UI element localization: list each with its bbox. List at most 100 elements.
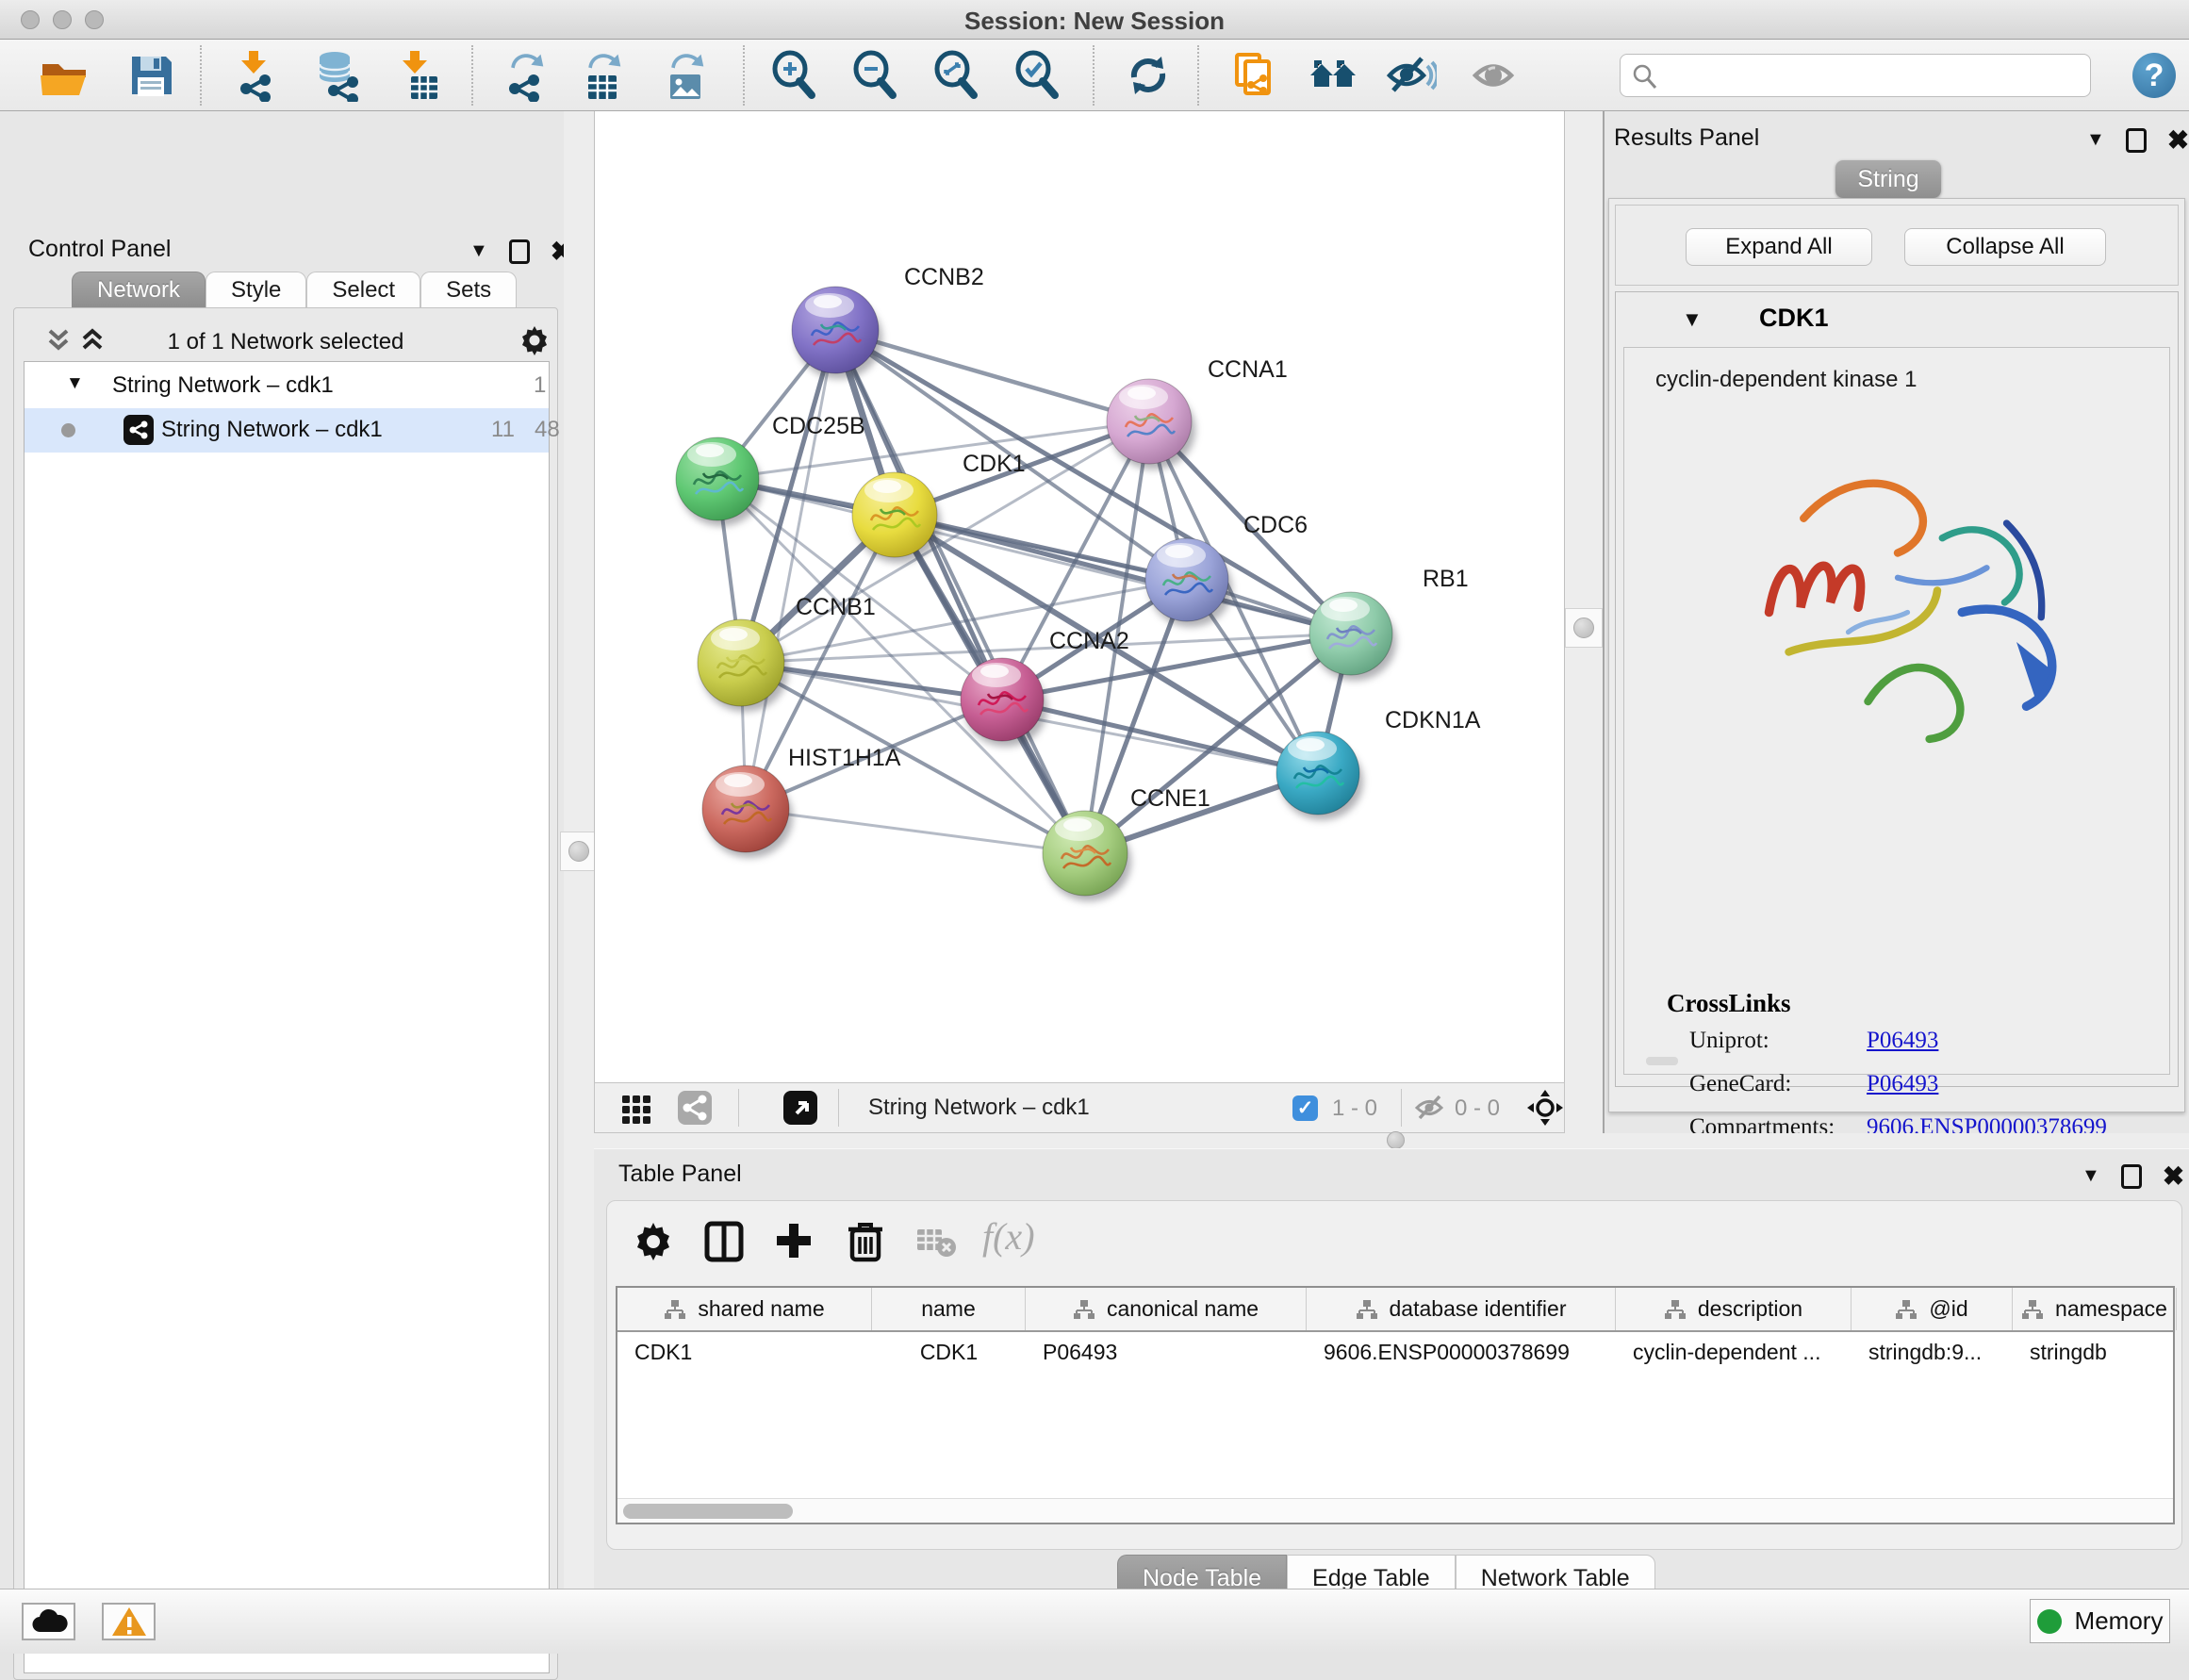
splitter-handle[interactable] xyxy=(1565,608,1603,648)
table-cell[interactable]: stringdb xyxy=(2013,1334,2177,1370)
import-table-icon[interactable] xyxy=(390,49,443,102)
function-builder-icon-disabled: f(x) xyxy=(982,1214,1054,1260)
panel-float-icon[interactable] xyxy=(2126,128,2147,153)
column-label: shared name xyxy=(698,1296,824,1322)
edge-CCNB2-CCNE1[interactable] xyxy=(835,330,1085,853)
open-session-icon[interactable] xyxy=(38,49,91,102)
table-cell[interactable]: CDK1 xyxy=(617,1334,872,1370)
panel-menu-icon[interactable]: ▼ xyxy=(469,240,488,262)
split-columns-icon[interactable] xyxy=(701,1218,747,1263)
table-cell[interactable]: 9606.ENSP00000378699 xyxy=(1307,1334,1616,1370)
hidden-eye-icon[interactable] xyxy=(1413,1083,1449,1132)
column-label: name xyxy=(921,1296,976,1322)
table-column-header[interactable]: namespace xyxy=(2013,1288,2177,1330)
panel-float-icon[interactable] xyxy=(509,239,530,264)
table-cell[interactable]: stringdb:9... xyxy=(1852,1334,2013,1370)
tab-sets[interactable]: Sets xyxy=(420,272,517,307)
node-CDKN1A[interactable]: CDKN1A xyxy=(1276,707,1481,820)
search-input[interactable] xyxy=(1666,57,2081,94)
tab-style[interactable]: Style xyxy=(206,272,306,307)
selected-node-edge-count: 1 - 0 xyxy=(1332,1095,1377,1122)
birds-eye-crosshair-icon[interactable] xyxy=(1526,1083,1564,1132)
control-panel: Control Panel ▼ ✖ NetworkStyleSelectSets… xyxy=(0,111,564,1589)
export-image-icon[interactable] xyxy=(658,49,711,102)
horizontal-scrollbar-thumb[interactable] xyxy=(1646,1057,1678,1065)
refresh-icon[interactable] xyxy=(1122,49,1175,102)
detach-view-icon[interactable] xyxy=(782,1083,819,1132)
zoom-out-icon[interactable] xyxy=(848,49,901,102)
right-splitter[interactable] xyxy=(1565,111,1603,1133)
column-label: canonical name xyxy=(1107,1296,1259,1322)
zoom-fit-icon[interactable] xyxy=(930,49,982,102)
import-network-database-icon[interactable] xyxy=(311,49,364,102)
table-cell[interactable]: cyclin-dependent ... xyxy=(1616,1334,1852,1370)
zoom-selected-icon[interactable] xyxy=(1011,49,1063,102)
export-network-icon[interactable] xyxy=(498,49,551,102)
gear-icon[interactable] xyxy=(518,323,551,357)
save-session-icon[interactable] xyxy=(124,49,177,102)
delete-column-trash-icon[interactable] xyxy=(843,1218,888,1263)
table-horizontal-scrollbar[interactable] xyxy=(617,1498,2173,1523)
table-column-header[interactable]: @id xyxy=(1852,1288,2013,1330)
panel-close-icon[interactable]: ✖ xyxy=(2163,1161,2184,1192)
node-CCNA1[interactable]: CCNA1 xyxy=(1107,356,1288,469)
node-CCNE1[interactable]: CCNE1 xyxy=(1043,785,1210,901)
import-network-icon[interactable] xyxy=(229,49,282,102)
splitter-handle[interactable] xyxy=(1387,1131,1405,1149)
splitter-handle[interactable] xyxy=(560,832,598,871)
help-icon[interactable]: ? xyxy=(2132,53,2176,98)
collapse-section-icon[interactable]: ▼ xyxy=(1682,307,1703,332)
network-row-selected[interactable]: String Network – cdk1 11 48 xyxy=(25,408,549,453)
panel-float-icon[interactable] xyxy=(2121,1164,2142,1189)
grid-view-icon[interactable] xyxy=(619,1083,653,1132)
tab-network[interactable]: Network xyxy=(72,272,206,307)
crosslink-link[interactable]: P06493 xyxy=(1867,1028,1938,1054)
home-icon[interactable] xyxy=(1307,49,1359,102)
edge-CCNA1-CCNB1[interactable] xyxy=(741,421,1149,663)
crosslink-link[interactable]: P06493 xyxy=(1867,1071,1938,1097)
table-column-header[interactable]: name xyxy=(872,1288,1026,1330)
cloud-button[interactable] xyxy=(22,1603,75,1640)
panel-close-icon[interactable]: ✖ xyxy=(2167,124,2189,156)
memory-button[interactable]: Memory xyxy=(2030,1599,2170,1643)
table-row[interactable]: CDK1CDK1P064939606.ENSP00000378699cyclin… xyxy=(617,1334,2173,1370)
table-cell[interactable]: P06493 xyxy=(1026,1334,1307,1370)
warning-button[interactable] xyxy=(102,1603,156,1640)
export-table-icon[interactable] xyxy=(575,49,628,102)
column-label: database identifier xyxy=(1390,1296,1567,1322)
collapse-all-button[interactable]: Collapse All xyxy=(1904,228,2106,266)
gene-details: cyclin-dependent kinase 1 xyxy=(1623,347,2170,1075)
show-all-eye-icon[interactable] xyxy=(1470,49,1522,102)
table-column-header[interactable]: database identifier xyxy=(1307,1288,1616,1330)
table-column-header[interactable]: shared name xyxy=(617,1288,872,1330)
expand-all-button[interactable]: Expand All xyxy=(1686,228,1872,266)
zoom-in-icon[interactable] xyxy=(767,49,820,102)
memory-status-dot xyxy=(2037,1609,2062,1634)
gene-section-header[interactable]: ▼ CDK1 xyxy=(1616,292,2178,347)
network-collection-row[interactable]: ▼ String Network – cdk1 1 xyxy=(25,364,549,408)
node-RB1[interactable]: RB1 xyxy=(1309,566,1469,681)
table-cell[interactable]: CDK1 xyxy=(872,1334,1026,1370)
left-splitter[interactable] xyxy=(564,111,594,1589)
expander-icon[interactable]: ▼ xyxy=(66,373,84,394)
edge-CCNB2-CCNA1[interactable] xyxy=(835,330,1149,421)
panel-menu-icon[interactable]: ▼ xyxy=(2082,1165,2100,1187)
tab-select[interactable]: Select xyxy=(306,272,420,307)
edge-CCNB2-HIST1H1A[interactable] xyxy=(746,330,835,809)
scrollbar-thumb[interactable] xyxy=(623,1504,793,1519)
edge-CCNE1-HIST1H1A[interactable] xyxy=(746,809,1085,853)
selected-checkbox-icon[interactable]: ✓ xyxy=(1292,1095,1318,1121)
table-column-header[interactable]: description xyxy=(1616,1288,1852,1330)
tab-string[interactable]: String xyxy=(1835,160,1941,198)
crosslink-label: Uniprot: xyxy=(1689,1028,1769,1054)
add-column-icon[interactable] xyxy=(771,1218,816,1263)
horizontal-splitter[interactable] xyxy=(594,1133,2189,1148)
network-view-canvas[interactable]: CCNB2CCNA1CDC25BCDK1CDC6RB1CCNB1CCNA2CDK… xyxy=(594,111,1565,1082)
hide-selected-eye-icon[interactable] xyxy=(1384,49,1437,102)
node-HIST1H1A[interactable]: HIST1H1A xyxy=(702,745,901,858)
clone-network-icon[interactable] xyxy=(1226,49,1278,102)
edge-CCNA2-CDKN1A[interactable] xyxy=(1002,700,1318,773)
panel-menu-icon[interactable]: ▼ xyxy=(2086,129,2105,151)
table-gear-icon[interactable] xyxy=(631,1218,676,1263)
table-column-header[interactable]: canonical name xyxy=(1026,1288,1307,1330)
